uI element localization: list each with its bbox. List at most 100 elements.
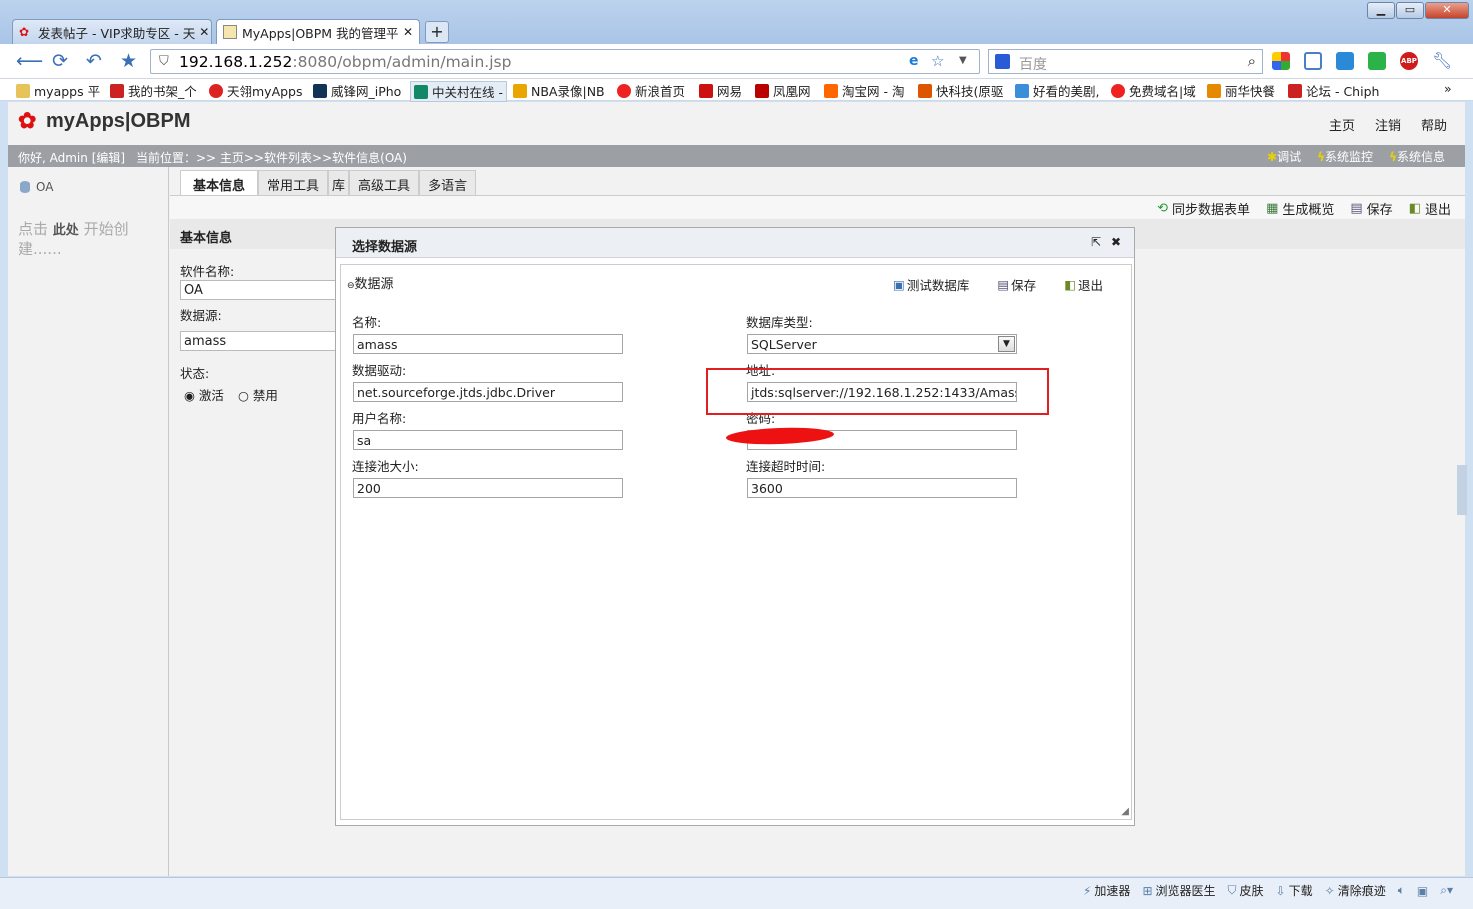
create-here-link[interactable]: 此处 <box>53 223 79 238</box>
bookmark-item[interactable]: 我的书架_个 <box>110 81 197 100</box>
exit-button[interactable]: ◧ 退出 <box>1409 199 1451 218</box>
popout-icon[interactable]: ⇱ <box>1091 235 1101 249</box>
close-tab-icon[interactable]: ✕ <box>399 25 413 39</box>
dialog-save-button[interactable]: ▤ 保存 <box>997 275 1036 294</box>
bookmarks-bar: myapps 平 我的书架_个 天翎myApps 威锋网_iPho 中关村在线 … <box>0 79 1473 102</box>
tab-library[interactable]: 库 <box>328 170 350 195</box>
radio-checked-icon: ◉ <box>184 388 195 403</box>
sync-forms-button[interactable]: ⟲ 同步数据表单 <box>1157 199 1250 218</box>
tab-vip-help[interactable]: ✿ 发表帖子 - VIP求助专区 - 天 ✕ <box>12 19 212 44</box>
save-button[interactable]: ▤ 保存 <box>1350 199 1392 218</box>
datasource-field[interactable]: amass <box>180 331 340 351</box>
chevron-down-icon[interactable]: ▼ <box>998 336 1015 352</box>
bookmark-item[interactable]: 快科技(原驱 <box>918 81 1003 100</box>
tab-languages[interactable]: 多语言 <box>419 170 477 195</box>
name-field[interactable]: amass <box>353 334 623 354</box>
username-field[interactable]: sa <box>353 430 623 450</box>
address-dropdown-icon[interactable]: ▼ <box>959 55 967 66</box>
sysinfo-link[interactable]: ϟ系统信息 <box>1389 148 1445 165</box>
zoom-icon[interactable]: ⌕▾ <box>1440 882 1453 899</box>
tree-item-oa[interactable]: OA <box>20 180 53 194</box>
bookmark-item[interactable]: NBA录像|NB <box>513 81 605 100</box>
broom-icon: ✧ <box>1324 883 1335 898</box>
bookmark-star-icon[interactable]: ☆ <box>931 52 944 70</box>
screenshot-icon[interactable] <box>1304 52 1322 70</box>
skin-button[interactable]: ⛉ 皮肤 <box>1228 882 1264 899</box>
debug-link[interactable]: ✱调试 <box>1267 148 1301 165</box>
bookmark-item[interactable]: myapps 平 <box>16 81 100 100</box>
bookmark-item[interactable]: 新浪首页 <box>617 81 685 100</box>
bookmark-item[interactable]: 淘宝网 - 淘 <box>824 81 904 100</box>
status-radio-disabled[interactable]: ○ 禁用 <box>238 385 278 404</box>
nav-home[interactable]: 主页 <box>1329 115 1355 134</box>
meiju-icon <box>1015 83 1029 98</box>
status-bar: 你好, Admin [编辑] 当前位置：>> 主页>>软件列表>>软件信息(OA… <box>8 145 1465 167</box>
radio-unchecked-icon: ○ <box>238 388 249 403</box>
minimize-icon[interactable]: ▁ <box>1367 2 1395 19</box>
bookmark-item[interactable]: 好看的美剧, <box>1015 81 1099 100</box>
accelerator-button[interactable]: ⚡︎ 加速器 <box>1083 882 1130 899</box>
browser-doctor-button[interactable]: ⊞ 浏览器医生 <box>1142 882 1215 899</box>
tab-common-tools[interactable]: 常用工具 <box>258 170 329 195</box>
tab-advanced-tools[interactable]: 高级工具 <box>349 170 420 195</box>
window-close-icon[interactable]: ✕ <box>1425 2 1469 19</box>
bookmark-item[interactable]: 免费域名|域 <box>1111 81 1196 100</box>
adblock-icon[interactable]: ABP <box>1400 52 1418 70</box>
tab-basic-info[interactable]: 基本信息 <box>180 170 259 195</box>
driver-field[interactable]: net.sourceforge.jtds.jdbc.Driver <box>353 382 623 402</box>
dialog-close-icon[interactable]: ✖ <box>1111 235 1121 249</box>
window-controls: ▁ ▭ ✕ <box>1367 2 1469 19</box>
generate-overview-button[interactable]: ▦ 生成概览 <box>1266 199 1334 218</box>
clear-traces-button[interactable]: ✧ 清除痕迹 <box>1325 882 1386 899</box>
undo-icon[interactable]: ↶ <box>86 52 102 71</box>
db-type-select[interactable]: SQLServer ▼ <box>747 334 1017 354</box>
bookmark-item[interactable]: 天翎myApps <box>209 81 303 100</box>
bookmarks-more[interactable]: » <box>1444 81 1452 96</box>
forum-favicon-icon: ✿ <box>19 25 30 39</box>
address-bar[interactable]: ⛉ 192.168.1.252:8080/obpm/admin/main.jsp… <box>150 49 980 74</box>
status-radio-active[interactable]: ◉ 激活 <box>184 385 224 404</box>
app-logo: ✿ myApps|OBPM <box>18 108 191 133</box>
bookmark-item[interactable]: 论坛 - Chiph <box>1288 81 1379 100</box>
close-tab-icon[interactable]: ✕ <box>195 25 209 39</box>
download-button[interactable]: ⇩ 下载 <box>1276 882 1313 899</box>
bookmark-item[interactable]: 威锋网_iPho <box>313 81 401 100</box>
bookmark-item[interactable]: 网易 <box>699 81 742 100</box>
username-label: 用户名称: <box>352 411 407 426</box>
apps-grid-icon[interactable] <box>1272 52 1290 70</box>
myapps-favicon-icon <box>223 25 237 39</box>
tab-myapps[interactable]: MyApps|OBPM 我的管理平 ✕ <box>216 19 420 44</box>
tools-wrench-icon[interactable]: 🔧︎ <box>1432 52 1452 70</box>
folder-icon <box>16 83 30 98</box>
software-name-field[interactable]: OA <box>180 280 340 300</box>
accelerator-icon: ⚡︎ <box>1082 883 1092 898</box>
maximize-icon[interactable]: ▭ <box>1396 2 1424 19</box>
greeting[interactable]: 你好, Admin [编辑] <box>18 149 125 166</box>
resize-grip-icon[interactable]: ◢ <box>1121 806 1129 817</box>
ie-mode-icon[interactable]: e <box>909 53 919 69</box>
weiphone-icon <box>313 83 327 98</box>
volume-icon[interactable]: 🔈︎ <box>1398 882 1405 899</box>
pool-size-field[interactable]: 200 <box>353 478 623 498</box>
search-icon[interactable]: ⌕ <box>1248 52 1256 70</box>
bookmark-item[interactable]: 凤凰网 <box>755 81 811 100</box>
bookmark-item[interactable]: 中关村在线 - <box>410 81 507 102</box>
side-scroll-handle[interactable] <box>1457 465 1467 515</box>
timeout-field[interactable]: 3600 <box>747 478 1017 498</box>
dialog-exit-button[interactable]: ◧ 退出 <box>1064 275 1103 294</box>
back-icon[interactable]: ⟵ <box>16 52 43 71</box>
timeout-label: 连接超时时间: <box>746 459 826 474</box>
nav-help[interactable]: 帮助 <box>1421 115 1447 134</box>
bookmark-item[interactable]: 丽华快餐 <box>1207 81 1275 100</box>
favorite-star-icon[interactable]: ★ <box>120 52 137 71</box>
refresh-icon[interactable]: ⟳ <box>52 52 68 71</box>
wechat-icon[interactable] <box>1368 52 1386 70</box>
monitor-link[interactable]: ϟ系统监控 <box>1317 148 1373 165</box>
nav-logout[interactable]: 注销 <box>1375 115 1401 134</box>
test-db-button[interactable]: ▣ 测试数据库 <box>893 275 969 294</box>
cloud-icon[interactable] <box>1336 52 1354 70</box>
sync-icon: ⟲ <box>1157 201 1169 216</box>
window-icon[interactable]: ▣ <box>1417 882 1428 899</box>
new-tab-button[interactable]: + <box>425 21 449 43</box>
search-box[interactable]: 百度 ⌕ <box>988 49 1263 74</box>
